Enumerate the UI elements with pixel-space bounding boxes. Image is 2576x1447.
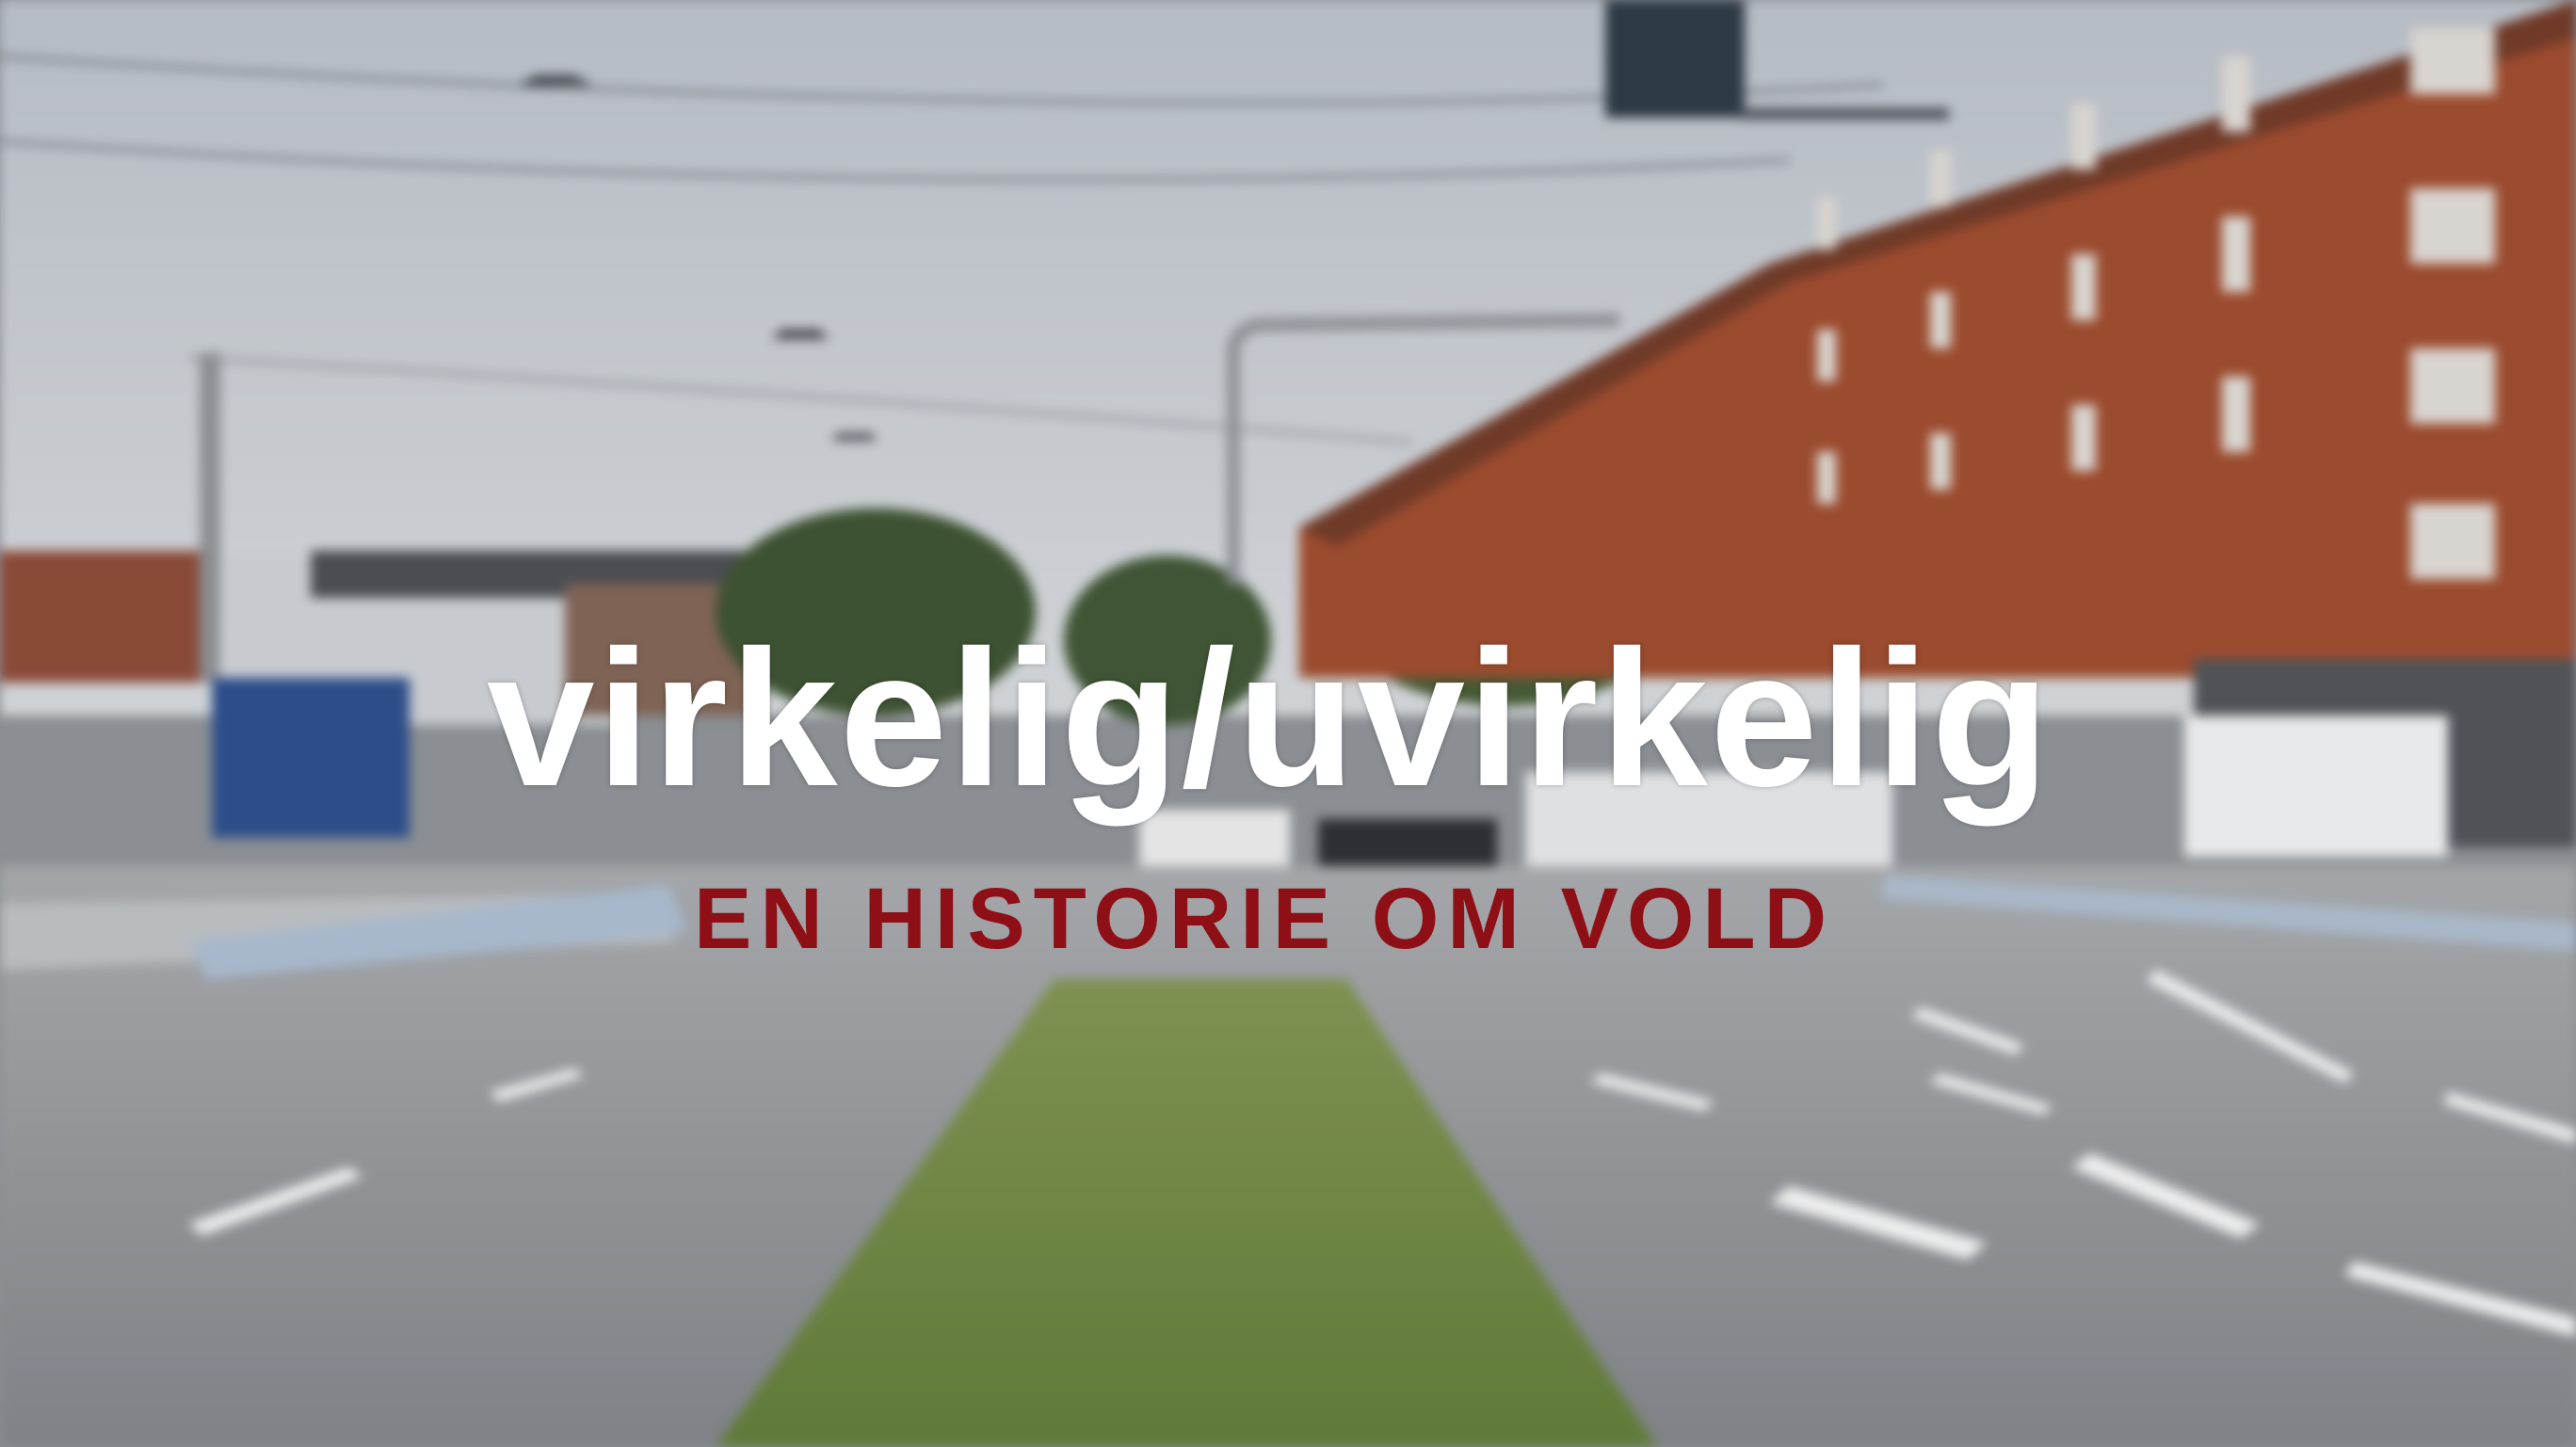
overhead-lamp xyxy=(772,330,829,339)
traffic-light-box xyxy=(1605,0,1745,118)
subtitle: EN HISTORIE OM VOLD xyxy=(693,871,1836,967)
video-frame: virkelig/uvirkelig EN HISTORIE OM VOLD xyxy=(0,0,2576,1447)
title-overlay: virkelig/uvirkelig EN HISTORIE OM VOLD xyxy=(0,621,2576,962)
overhead-lamp xyxy=(831,433,877,441)
main-title: virkelig/uvirkelig xyxy=(487,610,2052,827)
signal-arm xyxy=(1742,108,1949,120)
